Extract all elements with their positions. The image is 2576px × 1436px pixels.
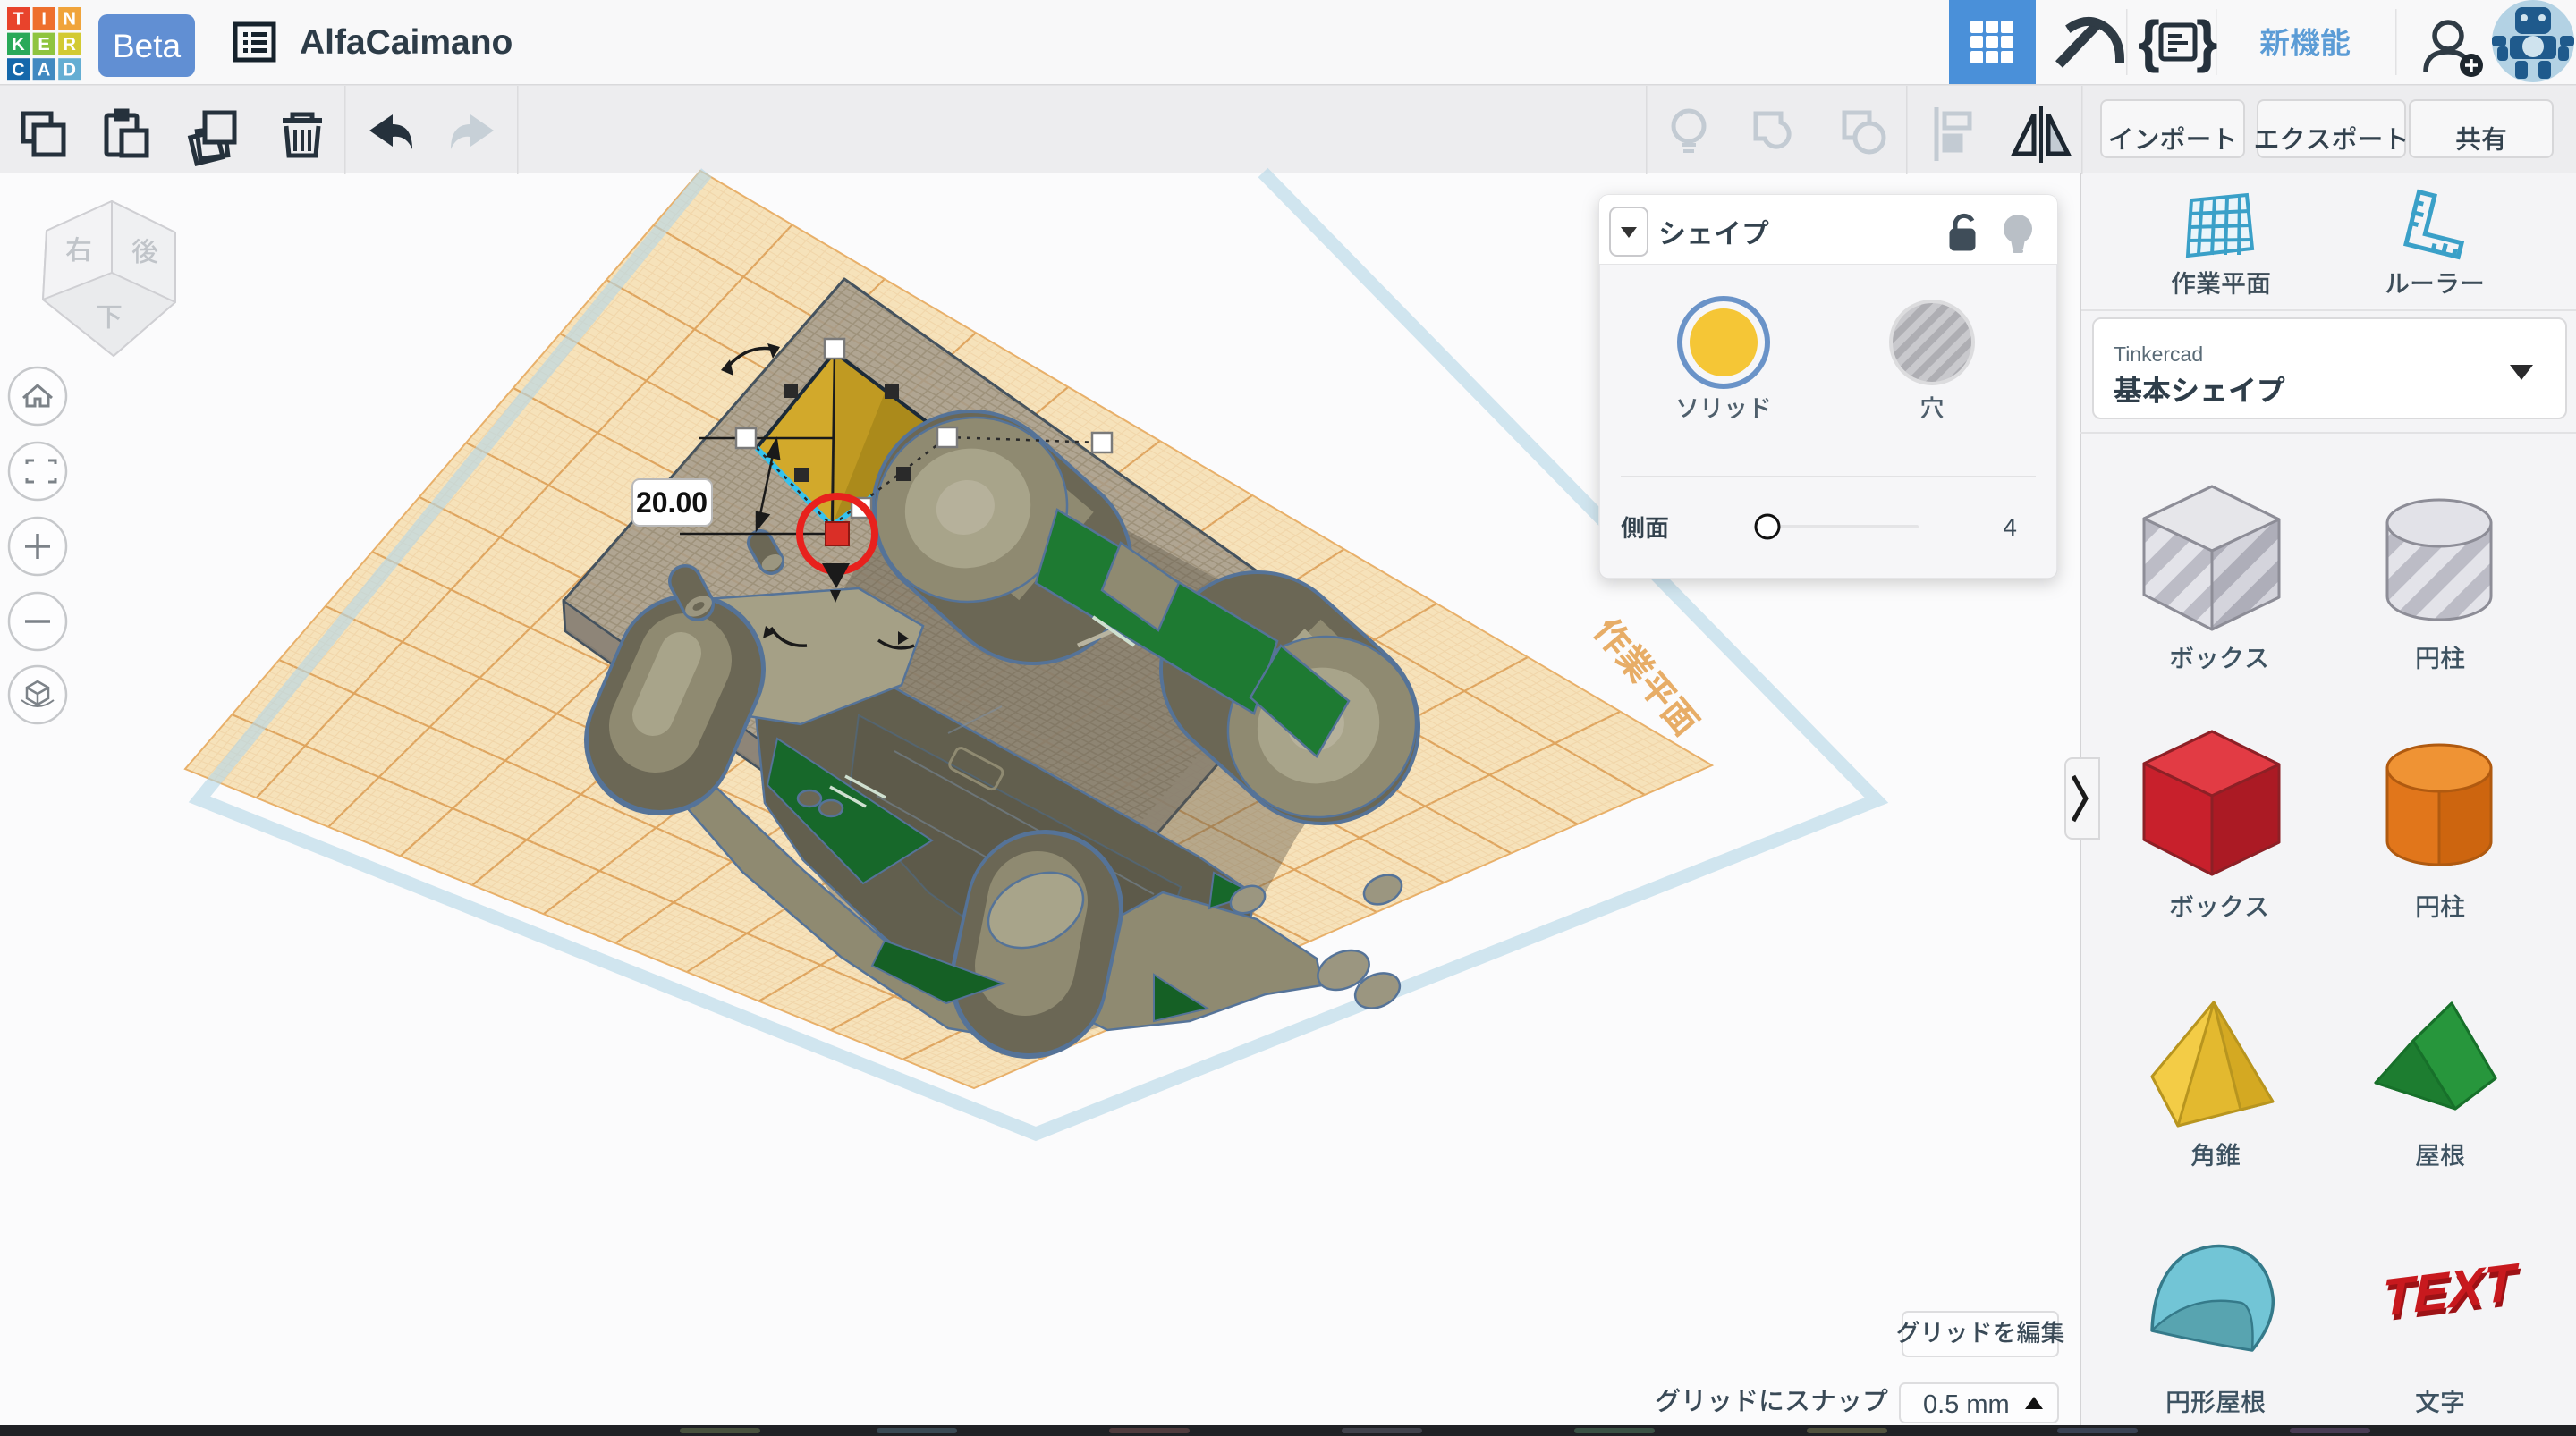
svg-text:20.00: 20.00 — [636, 486, 708, 519]
svg-text:N: N — [63, 10, 75, 30]
svg-text:A: A — [38, 61, 50, 80]
svg-text:E: E — [38, 35, 49, 55]
svg-text:Beta: Beta — [113, 28, 182, 64]
svg-text:AlfaCaimano: AlfaCaimano — [300, 23, 513, 62]
svg-text:C: C — [12, 61, 24, 80]
svg-text:D: D — [63, 61, 75, 80]
svg-text:R: R — [63, 35, 76, 55]
svg-text:I: I — [41, 10, 47, 30]
svg-text:4: 4 — [2003, 513, 2017, 541]
svg-text:0.5 mm: 0.5 mm — [1923, 1390, 2010, 1419]
svg-text:{: { — [2138, 9, 2160, 73]
svg-text:T: T — [13, 10, 23, 30]
svg-text:}: } — [2196, 9, 2218, 73]
svg-text:K: K — [12, 35, 25, 55]
svg-text:Tinkercad: Tinkercad — [2114, 342, 2203, 366]
